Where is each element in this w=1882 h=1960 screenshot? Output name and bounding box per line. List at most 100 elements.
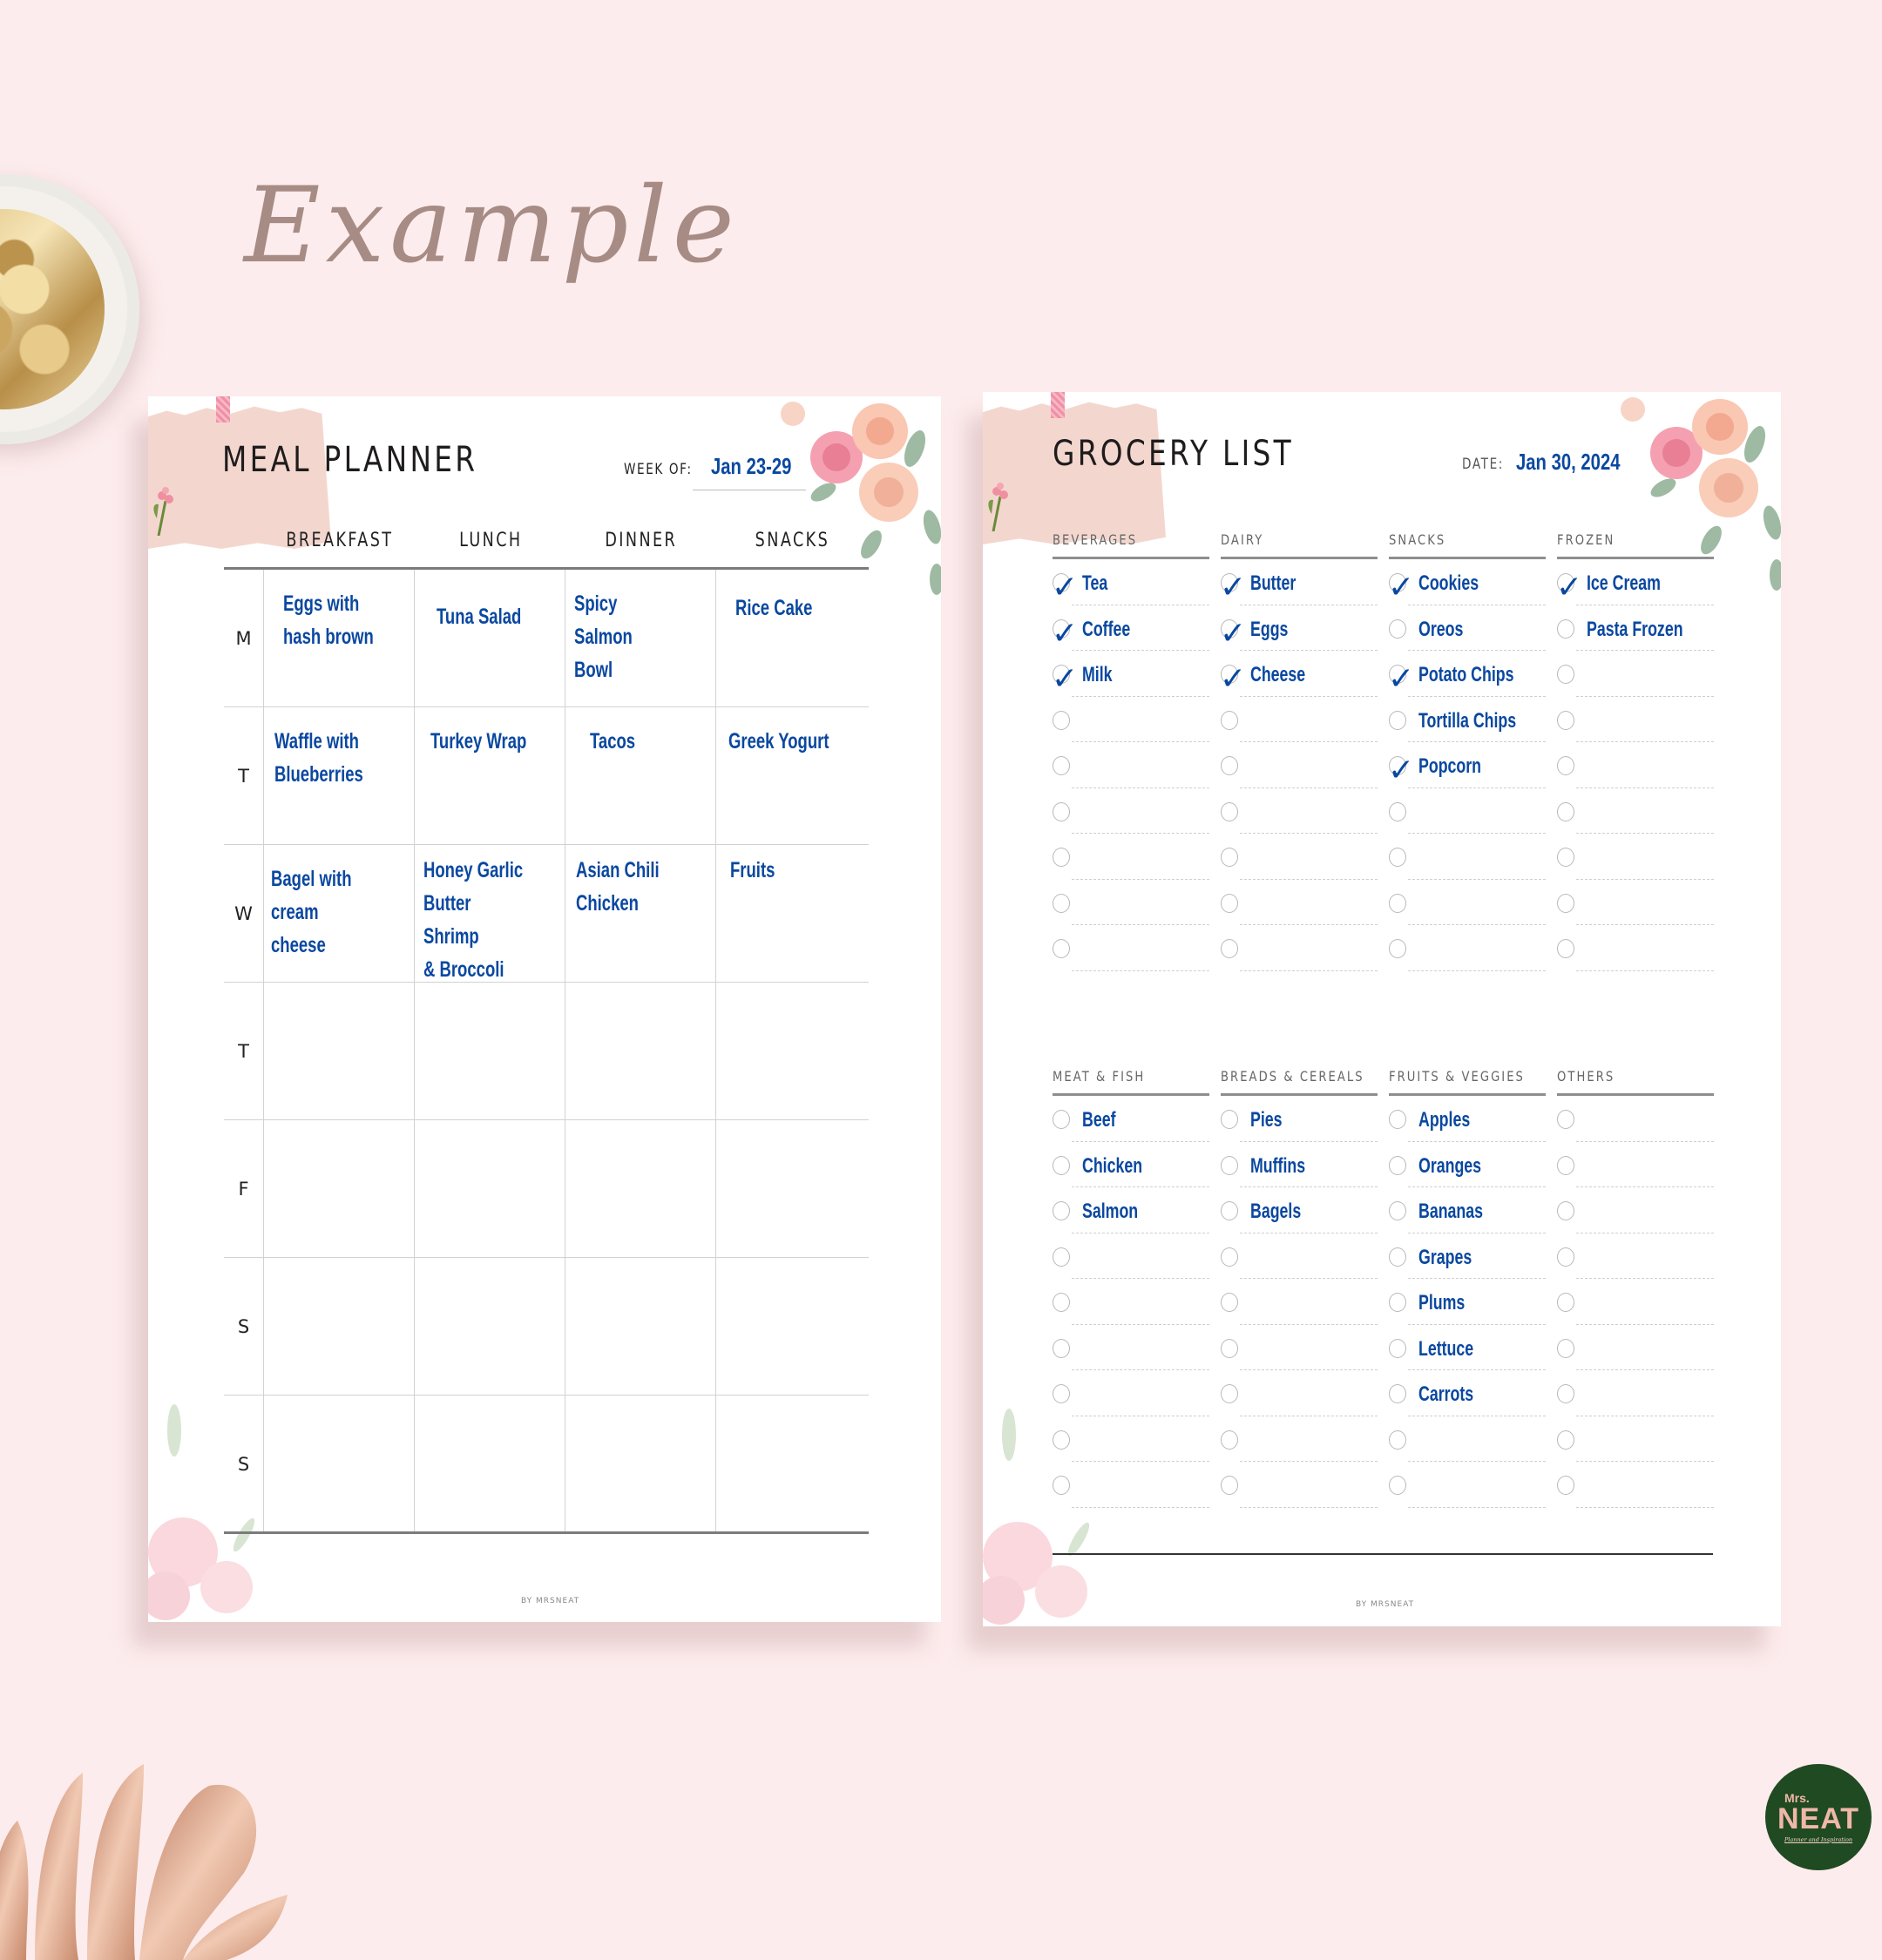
checked-checkbox[interactable]: ✓ <box>1220 664 1246 695</box>
grocery-item-label[interactable]: Grapes <box>1418 1246 1472 1270</box>
checkbox[interactable] <box>1389 939 1406 958</box>
checked-checkbox[interactable]: ✓ <box>1388 572 1414 604</box>
grocery-item-label[interactable]: Eggs <box>1250 618 1288 642</box>
grocery-item-label[interactable]: Plums <box>1418 1291 1465 1315</box>
checkbox[interactable] <box>1557 848 1574 867</box>
checkbox[interactable] <box>1389 1384 1406 1403</box>
checkbox[interactable] <box>1557 1384 1574 1403</box>
checkbox[interactable] <box>1221 1293 1238 1312</box>
checkbox[interactable] <box>1221 1155 1238 1175</box>
grocery-item-label[interactable]: Apples <box>1418 1108 1470 1132</box>
meal-cell-lunch[interactable]: Tuna Salad <box>414 570 565 706</box>
checkbox[interactable] <box>1053 1155 1070 1175</box>
meal-cell-breakfast[interactable] <box>263 1396 414 1533</box>
checkbox[interactable] <box>1053 1201 1070 1220</box>
checked-checkbox[interactable]: ✓ <box>1052 572 1078 604</box>
checkbox[interactable] <box>1221 939 1238 958</box>
checkbox[interactable] <box>1389 1429 1406 1450</box>
checkbox[interactable] <box>1053 710 1070 730</box>
meal-cell-lunch[interactable]: Honey Garlic Butter Shrimp & Broccoli <box>414 845 565 982</box>
meal-cell-snacks[interactable] <box>715 1258 866 1395</box>
checkbox[interactable] <box>1389 1293 1406 1312</box>
meal-cell-breakfast[interactable] <box>263 983 414 1119</box>
grocery-item-label[interactable]: Muffins <box>1250 1154 1305 1179</box>
checkbox[interactable] <box>1389 801 1406 821</box>
checkbox[interactable] <box>1221 1476 1238 1495</box>
checkbox[interactable] <box>1557 801 1574 821</box>
checkbox[interactable] <box>1557 1155 1574 1175</box>
checkbox[interactable] <box>1557 893 1574 913</box>
meal-cell-dinner[interactable]: Tacos <box>565 707 715 844</box>
meal-cell-lunch[interactable] <box>414 983 565 1119</box>
checkbox[interactable] <box>1557 939 1574 958</box>
checkbox[interactable] <box>1053 1429 1070 1450</box>
grocery-item-label[interactable]: Popcorn <box>1418 754 1481 779</box>
grocery-item-label[interactable]: Lettuce <box>1418 1337 1473 1362</box>
grocery-item-label[interactable]: Carrots <box>1418 1382 1473 1407</box>
checked-checkbox[interactable]: ✓ <box>1052 618 1078 649</box>
meal-cell-lunch[interactable] <box>414 1258 565 1395</box>
meal-cell-breakfast[interactable] <box>263 1120 414 1257</box>
checkbox[interactable] <box>1557 710 1574 730</box>
grocery-item-label[interactable]: Pies <box>1250 1108 1283 1132</box>
checkbox[interactable] <box>1389 1476 1406 1495</box>
meal-cell-dinner[interactable] <box>565 983 715 1119</box>
checkbox[interactable] <box>1389 618 1406 639</box>
checked-checkbox[interactable]: ✓ <box>1220 572 1246 604</box>
grocery-item-label[interactable]: Potato Chips <box>1418 663 1514 687</box>
checked-checkbox[interactable]: ✓ <box>1556 572 1582 604</box>
date-value[interactable]: Jan 30, 2024 <box>1516 449 1621 476</box>
checked-checkbox[interactable]: ✓ <box>1220 618 1246 649</box>
checkbox[interactable] <box>1557 1429 1574 1450</box>
checkbox[interactable] <box>1389 1155 1406 1175</box>
grocery-item-label[interactable]: Butter <box>1250 571 1296 596</box>
meal-cell-lunch[interactable] <box>414 1120 565 1257</box>
grocery-item-label[interactable]: Oranges <box>1418 1154 1481 1179</box>
meal-cell-snacks[interactable] <box>715 983 866 1119</box>
checkbox[interactable] <box>1221 1338 1238 1358</box>
checkbox[interactable] <box>1053 1476 1070 1495</box>
checkbox[interactable] <box>1053 848 1070 867</box>
checkbox[interactable] <box>1053 1338 1070 1358</box>
checkbox[interactable] <box>1557 618 1574 639</box>
checkbox[interactable] <box>1557 1476 1574 1495</box>
checkbox[interactable] <box>1053 1110 1070 1129</box>
meal-cell-dinner[interactable] <box>565 1396 715 1533</box>
checkbox[interactable] <box>1389 893 1406 913</box>
grocery-item-label[interactable]: Beef <box>1082 1108 1116 1132</box>
checkbox[interactable] <box>1053 1293 1070 1312</box>
grocery-item-label[interactable]: Oreos <box>1418 618 1463 642</box>
meal-cell-dinner[interactable] <box>565 1258 715 1395</box>
grocery-item-label[interactable]: Cheese <box>1250 663 1305 687</box>
checkbox[interactable] <box>1221 756 1238 775</box>
grocery-item-label[interactable]: Bagels <box>1250 1200 1301 1224</box>
checkbox[interactable] <box>1557 1338 1574 1358</box>
checkbox[interactable] <box>1389 1201 1406 1220</box>
checkbox[interactable] <box>1557 1293 1574 1312</box>
checkbox[interactable] <box>1389 1110 1406 1129</box>
checkbox[interactable] <box>1221 710 1238 730</box>
checkbox[interactable] <box>1221 1429 1238 1450</box>
meal-cell-breakfast[interactable]: Eggs with hash brown <box>263 570 414 706</box>
grocery-item-label[interactable]: Cookies <box>1418 571 1479 596</box>
grocery-item-label[interactable]: Milk <box>1082 663 1113 687</box>
checkbox[interactable] <box>1221 1110 1238 1129</box>
meal-cell-lunch[interactable]: Turkey Wrap <box>414 707 565 844</box>
checkbox[interactable] <box>1053 893 1070 913</box>
grocery-item-label[interactable]: Coffee <box>1082 618 1130 642</box>
checkbox[interactable] <box>1389 710 1406 730</box>
meal-cell-breakfast[interactable]: Waffle with Blueberries <box>263 707 414 844</box>
meal-cell-dinner[interactable] <box>565 1120 715 1257</box>
meal-cell-breakfast[interactable]: Bagel with cream cheese <box>263 845 414 982</box>
meal-cell-dinner[interactable]: Spicy Salmon Bowl <box>565 570 715 706</box>
checkbox[interactable] <box>1053 801 1070 821</box>
checkbox[interactable] <box>1053 1247 1070 1267</box>
checked-checkbox[interactable]: ✓ <box>1388 664 1414 695</box>
checkbox[interactable] <box>1221 848 1238 867</box>
checkbox[interactable] <box>1389 1338 1406 1358</box>
checked-checkbox[interactable]: ✓ <box>1052 664 1078 695</box>
checkbox[interactable] <box>1053 939 1070 958</box>
checkbox[interactable] <box>1053 756 1070 775</box>
grocery-item-label[interactable]: Salmon <box>1082 1200 1138 1224</box>
checkbox[interactable] <box>1389 1247 1406 1267</box>
